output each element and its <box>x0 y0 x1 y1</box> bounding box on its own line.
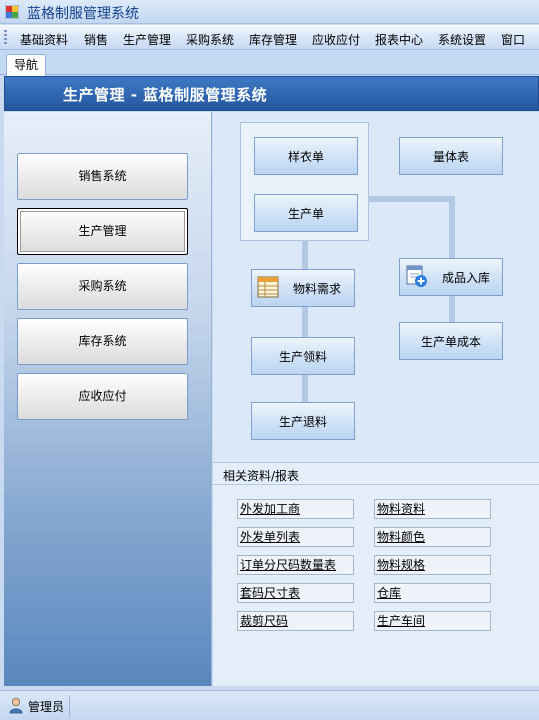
status-bar: 管理员 <box>0 690 539 720</box>
nav-panel: 销售系统 生产管理 采购系统 库存系统 应收应付 <box>4 112 212 686</box>
related-title: 相关资料/报表 <box>223 469 300 483</box>
nav-receivable-button[interactable]: 应收应付 <box>17 373 188 420</box>
menu-production[interactable]: 生产管理 <box>123 31 171 48</box>
menu-inventory[interactable]: 库存管理 <box>249 31 297 48</box>
page-header: 生产管理 - 蓝格制服管理系统 <box>4 76 539 111</box>
link-outsource-list[interactable]: 外发单列表 <box>237 527 354 547</box>
menu-purchase[interactable]: 采购系统 <box>186 31 234 48</box>
menu-sales[interactable]: 销售 <box>84 31 108 48</box>
menu-reports[interactable]: 报表中心 <box>375 31 423 48</box>
connector-order-to-demand <box>302 240 308 270</box>
nav-production-button[interactable]: 生产管理 <box>17 208 188 255</box>
sample-order-label: 样衣单 <box>287 149 324 164</box>
connector-demand-to-picking <box>302 307 308 337</box>
link-warehouse[interactable]: 仓库 <box>374 583 491 603</box>
nav-sales-button[interactable]: 销售系统 <box>17 153 188 200</box>
nav-inventory-button[interactable]: 库存系统 <box>17 318 188 365</box>
link-set-size[interactable]: 套码尺寸表 <box>237 583 354 603</box>
measure-sheet-button[interactable]: 量体表 <box>399 137 503 175</box>
menu-receivable-payable[interactable]: 应收应付 <box>312 31 360 48</box>
sample-order-button[interactable]: 样衣单 <box>254 137 358 175</box>
production-return-label: 生产退料 <box>278 414 327 429</box>
related-divider <box>213 484 539 485</box>
material-demand-label: 物料需求 <box>292 281 341 296</box>
menu-basic-data[interactable]: 基础资料 <box>20 31 68 48</box>
flow-panel: 样衣单 量体表 生产单 物料需求 成品入库 生产单成本 生产领料 生产退料 <box>213 112 539 462</box>
current-user: 管理员 <box>28 700 65 714</box>
app-icon <box>5 5 19 19</box>
connector-down-finished <box>449 196 455 258</box>
tab-strip: 导航 <box>0 51 539 76</box>
link-material-data[interactable]: 物料资料 <box>374 499 491 519</box>
link-workshop[interactable]: 生产车间 <box>374 611 491 631</box>
production-picking-button[interactable]: 生产领料 <box>251 337 355 375</box>
connector-order-to-finished <box>368 196 455 202</box>
measure-sheet-label: 量体表 <box>432 149 469 164</box>
status-separator <box>69 695 70 717</box>
production-cost-button[interactable]: 生产单成本 <box>399 322 503 360</box>
window-title: 蓝格制服管理系统 <box>27 6 139 22</box>
finished-goods-in-button[interactable]: 成品入库 <box>399 258 503 296</box>
production-order-button[interactable]: 生产单 <box>254 194 358 232</box>
link-material-color[interactable]: 物料颜色 <box>374 527 491 547</box>
user-icon <box>9 698 23 714</box>
link-outsource-processor[interactable]: 外发加工商 <box>237 499 354 519</box>
production-order-label: 生产单 <box>287 206 324 221</box>
related-panel: 相关资料/报表 外发加工商 外发单列表 订单分尺码数量表 套码尺寸表 裁剪尺码 … <box>213 462 539 686</box>
menu-grip <box>4 30 7 45</box>
production-cost-label: 生产单成本 <box>420 334 481 349</box>
nav-purchase-button[interactable]: 采购系统 <box>17 263 188 310</box>
add-document-icon <box>406 265 427 287</box>
page-title: 生产管理 - 蓝格制服管理系统 <box>63 86 268 104</box>
menu-window[interactable]: 窗口 <box>501 31 525 48</box>
link-cutting-size[interactable]: 裁剪尺码 <box>237 611 354 631</box>
title-bar: 蓝格制服管理系统 <box>0 0 539 24</box>
connector-picking-to-return <box>302 375 308 402</box>
material-demand-button[interactable]: 物料需求 <box>251 269 355 307</box>
grid-form-icon <box>257 276 279 298</box>
tab-navigation[interactable]: 导航 <box>6 54 46 76</box>
menu-settings[interactable]: 系统设置 <box>438 31 486 48</box>
link-order-size-quantity[interactable]: 订单分尺码数量表 <box>237 555 354 575</box>
menu-bar: 基础资料 销售 生产管理 采购系统 库存管理 应收应付 报表中心 系统设置 窗口 <box>0 25 539 50</box>
finished-goods-in-label: 成品入库 <box>441 270 490 285</box>
production-picking-label: 生产领料 <box>278 349 327 364</box>
production-return-button[interactable]: 生产退料 <box>251 402 355 440</box>
connector-finished-to-cost <box>449 296 455 322</box>
link-material-spec[interactable]: 物料规格 <box>374 555 491 575</box>
